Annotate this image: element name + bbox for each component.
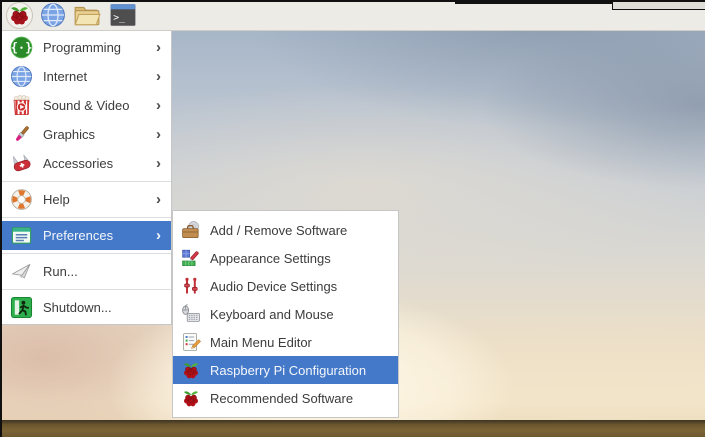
menu-item-label: Accessories bbox=[43, 156, 113, 171]
menu-item-programming[interactable]: { } Programming › bbox=[1, 33, 171, 62]
submenu-item-label: Recommended Software bbox=[210, 391, 353, 406]
menu-item-help[interactable]: Help › bbox=[1, 185, 171, 214]
submenu-item-audio-device-settings[interactable]: Audio Device Settings bbox=[173, 272, 398, 300]
help-lifebuoy-icon bbox=[9, 187, 34, 212]
menu-item-preferences[interactable]: Preferences › bbox=[1, 221, 171, 250]
submenu-item-label: Appearance Settings bbox=[210, 251, 331, 266]
svg-text:>_: >_ bbox=[113, 12, 125, 23]
menu-separator bbox=[1, 253, 171, 254]
submenu-item-label: Main Menu Editor bbox=[210, 335, 312, 350]
audio-faders-icon bbox=[180, 276, 201, 297]
submenu-item-recommended-software[interactable]: Recommended Software bbox=[173, 384, 398, 412]
submenu-item-raspberry-pi-configuration[interactable]: Raspberry Pi Configuration bbox=[173, 356, 398, 384]
submenu-item-label: Keyboard and Mouse bbox=[210, 307, 334, 322]
submenu-arrow-icon: › bbox=[156, 98, 163, 113]
preferences-control-panel-icon bbox=[9, 223, 34, 248]
submenu-item-label: Audio Device Settings bbox=[210, 279, 337, 294]
menu-item-graphics[interactable]: Graphics › bbox=[1, 120, 171, 149]
internet-globe-icon bbox=[9, 64, 34, 89]
file-manager-button[interactable] bbox=[72, 2, 102, 29]
graphics-paintbrush-icon bbox=[9, 122, 34, 147]
submenu-item-add-remove-software[interactable]: Add / Remove Software bbox=[173, 216, 398, 244]
raspberry-logo-icon bbox=[6, 2, 33, 29]
submenu-item-keyboard-and-mouse[interactable]: Keyboard and Mouse bbox=[173, 300, 398, 328]
submenu-arrow-icon: › bbox=[156, 127, 163, 142]
menu-item-internet[interactable]: Internet › bbox=[1, 62, 171, 91]
globe-icon bbox=[40, 2, 66, 28]
menu-item-run[interactable]: Run... bbox=[1, 257, 171, 286]
preferences-submenu-panel: Add / Remove Software Appearance Setting… bbox=[172, 210, 399, 418]
accessories-swiss-knife-icon bbox=[9, 151, 34, 176]
screen-left-edge bbox=[0, 0, 2, 437]
shutdown-exit-icon bbox=[9, 295, 34, 320]
taskbar: >_ bbox=[0, 0, 705, 31]
raspberry-icon bbox=[180, 388, 201, 409]
programming-braces-icon: { } bbox=[9, 35, 34, 60]
software-case-cd-icon bbox=[180, 220, 201, 241]
sound-video-popcorn-icon bbox=[9, 93, 34, 118]
menu-item-sound-video[interactable]: Sound & Video › bbox=[1, 91, 171, 120]
run-paper-plane-icon bbox=[9, 259, 34, 284]
document-pencil-icon bbox=[180, 332, 201, 353]
menu-item-accessories[interactable]: Accessories › bbox=[1, 149, 171, 178]
applications-menu-panel: { } Programming › Internet › bbox=[0, 31, 172, 325]
menu-item-label: Shutdown... bbox=[43, 300, 112, 315]
submenu-item-appearance-settings[interactable]: Appearance Settings bbox=[173, 244, 398, 272]
terminal-button[interactable]: >_ bbox=[108, 2, 138, 29]
submenu-arrow-icon: › bbox=[156, 156, 163, 171]
menu-item-label: Programming bbox=[43, 40, 121, 55]
submenu-item-main-menu-editor[interactable]: Main Menu Editor bbox=[173, 328, 398, 356]
submenu-item-label: Add / Remove Software bbox=[210, 223, 347, 238]
keyboard-mouse-icon bbox=[180, 304, 201, 325]
submenu-item-label: Raspberry Pi Configuration bbox=[210, 363, 366, 378]
submenu-arrow-icon: › bbox=[156, 192, 163, 207]
menu-item-shutdown[interactable]: Shutdown... bbox=[1, 293, 171, 322]
submenu-arrow-icon: › bbox=[156, 228, 163, 243]
menu-separator bbox=[1, 181, 171, 182]
menu-item-label: Internet bbox=[43, 69, 87, 84]
terminal-icon: >_ bbox=[109, 2, 137, 28]
submenu-arrow-icon: › bbox=[156, 40, 163, 55]
menu-item-label: Run... bbox=[43, 264, 78, 279]
menu-item-label: Preferences bbox=[43, 228, 113, 243]
menu-item-label: Help bbox=[43, 192, 70, 207]
menu-separator bbox=[1, 217, 171, 218]
raspberry-icon bbox=[180, 360, 201, 381]
menu-separator bbox=[1, 289, 171, 290]
wallpaper-horizon-ground bbox=[0, 420, 705, 437]
menu-item-label: Sound & Video bbox=[43, 98, 130, 113]
top-right-window-fragment bbox=[612, 1, 705, 10]
menu-item-label: Graphics bbox=[43, 127, 95, 142]
desktop-screen: >_ { } Programming › bbox=[0, 0, 705, 437]
submenu-arrow-icon: › bbox=[156, 69, 163, 84]
applications-menu-button[interactable] bbox=[4, 2, 34, 29]
color-swatches-icon bbox=[180, 248, 201, 269]
folder-icon bbox=[73, 2, 101, 28]
web-browser-button[interactable] bbox=[38, 2, 68, 29]
